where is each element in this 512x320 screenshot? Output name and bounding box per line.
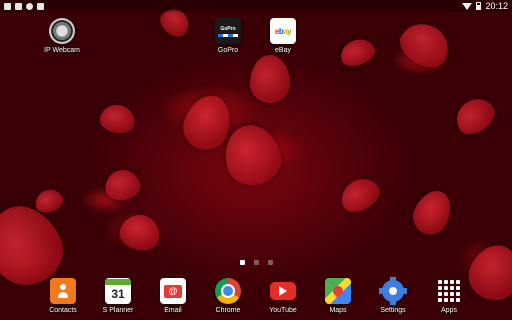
dock-label: Apps (441, 307, 457, 314)
dock-label: Maps (329, 307, 347, 314)
gopro-icon: GoPro (215, 18, 241, 44)
dock-label: Settings (380, 307, 406, 314)
ebay-icon: ebay (270, 18, 296, 44)
calendar-icon: 31 (105, 278, 131, 304)
email-icon: @ (160, 278, 186, 304)
ebay-logo-y: y (287, 26, 292, 36)
play-icon (279, 286, 287, 296)
page-dot-2[interactable] (253, 260, 259, 265)
dock-s-planner[interactable]: 31 S Planner (91, 278, 145, 314)
rose-petal (116, 210, 164, 255)
map-pin-icon (330, 283, 346, 299)
dock-label: YouTube (269, 307, 297, 314)
rose-petal (393, 15, 457, 75)
dock-chrome[interactable]: Chrome (201, 278, 255, 314)
page-dot-3[interactable] (267, 260, 273, 265)
system-icons: 20:12 (462, 1, 508, 11)
shortcut-gopro[interactable]: GoPro GoPro (198, 18, 258, 54)
page-indicator (0, 260, 512, 265)
dock-label: Contacts (49, 307, 77, 314)
dock-label: S Planner (102, 307, 134, 314)
wifi-icon (462, 2, 473, 10)
gopro-icon-stripe (218, 33, 238, 37)
shortcut-ip-webcam[interactable]: IP Webcam (32, 18, 92, 54)
shortcut-ebay[interactable]: ebay eBay (253, 18, 313, 54)
dock-youtube[interactable]: YouTube (256, 278, 310, 314)
rose-petal (250, 55, 290, 103)
dock-apps[interactable]: Apps (422, 278, 476, 314)
dock-contacts[interactable]: Contacts (36, 278, 90, 314)
notification-icons (4, 2, 44, 10)
shortcut-label: GoPro (217, 47, 239, 54)
image-icon (4, 2, 11, 10)
dock-settings[interactable]: Settings (366, 277, 420, 314)
rose-petal (407, 184, 458, 241)
maps-icon (325, 278, 351, 304)
clock: 20:12 (485, 1, 508, 11)
rose-petal (449, 91, 501, 141)
rose-petal (97, 102, 138, 136)
settings-icon (379, 277, 407, 305)
download-icon (15, 2, 22, 10)
dock-label: Chrome (215, 307, 241, 314)
dock-maps[interactable]: Maps (311, 278, 365, 314)
apps-grid-icon (436, 278, 462, 304)
page-dot-1[interactable] (239, 260, 245, 265)
dock-email[interactable]: @ Email (146, 278, 200, 314)
shortcut-label: IP Webcam (44, 47, 80, 54)
contacts-icon (50, 278, 76, 304)
youtube-icon (270, 278, 296, 304)
pinterest-icon (26, 2, 33, 10)
notification-icon (37, 2, 44, 10)
battery-icon (476, 2, 482, 10)
rose-petal (335, 172, 385, 218)
rose-petal (336, 34, 379, 71)
gear-icon (379, 277, 407, 305)
rose-petal (102, 167, 143, 203)
person-icon (58, 284, 68, 298)
dock: Contacts 31 S Planner @ Email Chrome You… (0, 272, 512, 320)
chrome-icon (215, 278, 241, 304)
calendar-day: 31 (111, 287, 125, 301)
dock-label: Email (164, 307, 182, 314)
shortcut-label: eBay (275, 47, 291, 54)
status-bar: 20:12 (0, 0, 512, 12)
ip-webcam-icon (49, 18, 75, 44)
gopro-icon-text: GoPro (220, 25, 236, 32)
youtube-logo (270, 282, 296, 300)
envelope-icon: @ (164, 284, 182, 298)
